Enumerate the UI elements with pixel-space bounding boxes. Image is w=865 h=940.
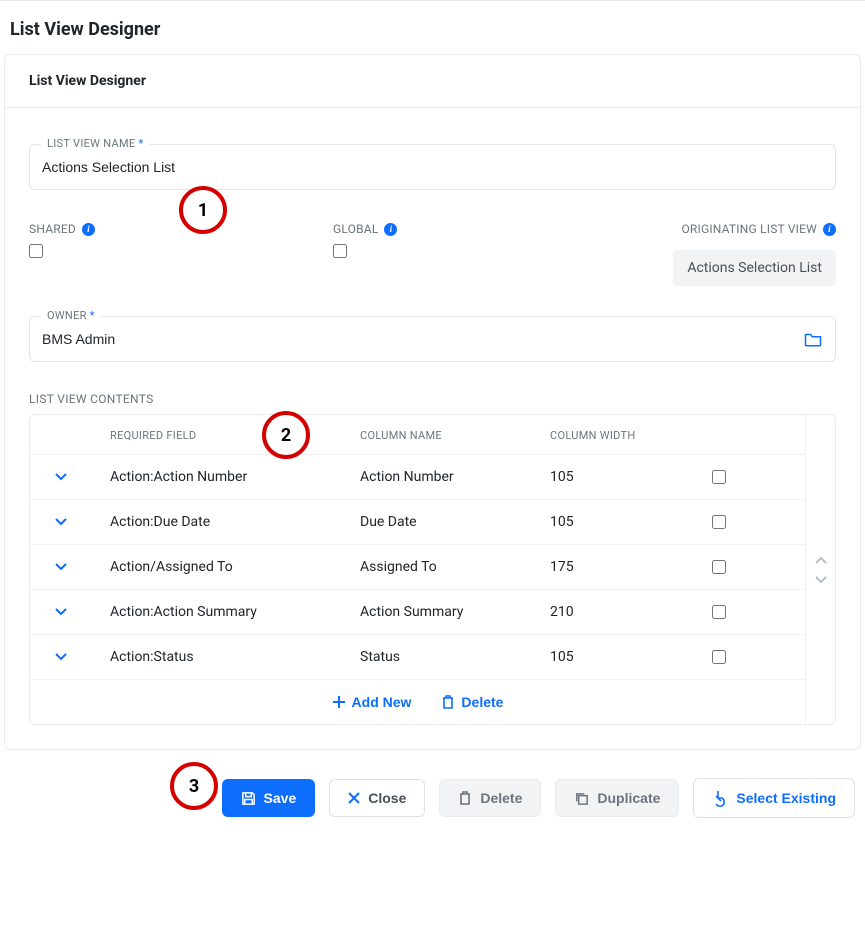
move-up-icon[interactable] — [815, 557, 827, 565]
shared-checkbox[interactable] — [29, 244, 43, 258]
name-field-group: LIST VIEW NAME * — [29, 144, 836, 190]
grid-header: REQUIRED FIELD COLUMN NAME COLUMN WIDTH — [30, 415, 805, 455]
col-name-header: COLUMN NAME — [360, 429, 550, 442]
duplicate-button[interactable]: Duplicate — [555, 779, 679, 817]
contents-label: LIST VIEW CONTENTS — [29, 392, 836, 406]
info-icon[interactable]: i — [384, 223, 397, 236]
cell-colwidth: 105 — [550, 514, 710, 530]
row-checkbox[interactable] — [712, 560, 726, 574]
cell-colwidth: 175 — [550, 559, 710, 575]
cell-colwidth: 105 — [550, 469, 710, 485]
list-view-name-input[interactable] — [29, 144, 836, 190]
delete-button[interactable]: Delete — [439, 779, 541, 817]
owner-label: OWNER * — [41, 309, 101, 322]
table-row[interactable]: Action:Status Status 105 — [30, 635, 805, 680]
table-row[interactable]: Action:Due Date Due Date 105 — [30, 500, 805, 545]
originating-label: ORIGINATING LIST VIEW i — [681, 222, 836, 236]
name-label: LIST VIEW NAME * — [41, 137, 150, 150]
owner-input[interactable] — [29, 316, 836, 362]
contents-grid: 2 REQUIRED FIELD COLUMN NAME COLUMN WIDT… — [29, 414, 836, 725]
cell-colname: Status — [360, 649, 550, 665]
chevron-down-icon[interactable] — [40, 517, 110, 527]
table-row[interactable]: Action:Action Number Action Number 105 — [30, 455, 805, 500]
save-button[interactable]: Save — [222, 779, 316, 817]
table-row[interactable]: Action:Action Summary Action Summary 210 — [30, 590, 805, 635]
callout-1: 1 — [179, 186, 227, 234]
cell-colwidth: 105 — [550, 649, 710, 665]
row-checkbox[interactable] — [712, 515, 726, 529]
originating-value: Actions Selection List — [673, 250, 836, 286]
cell-colname: Action Summary — [360, 604, 550, 620]
cell-required: Action:Action Number — [110, 469, 360, 485]
callout-2: 2 — [262, 411, 310, 459]
table-row[interactable]: Action/Assigned To Assigned To 175 — [30, 545, 805, 590]
row-checkbox[interactable] — [712, 650, 726, 664]
chevron-down-icon[interactable] — [40, 652, 110, 662]
page-title: List View Designer — [10, 19, 855, 40]
cell-colname: Action Number — [360, 469, 550, 485]
cell-required: Action:Action Summary — [110, 604, 360, 620]
select-existing-button[interactable]: Select Existing — [693, 778, 855, 818]
move-down-icon[interactable] — [815, 575, 827, 583]
callout-3: 3 — [170, 762, 218, 810]
reorder-controls — [805, 415, 835, 724]
folder-icon[interactable] — [804, 332, 822, 347]
close-button[interactable]: Close — [329, 779, 425, 817]
cell-colname: Assigned To — [360, 559, 550, 575]
col-required-header: REQUIRED FIELD — [110, 429, 360, 442]
footer-actions: 3 Save Close Delete Duplicate Select Exi… — [0, 750, 865, 838]
chevron-down-icon[interactable] — [40, 607, 110, 617]
info-icon[interactable]: i — [823, 223, 836, 236]
chevron-down-icon[interactable] — [40, 562, 110, 572]
cell-colwidth: 210 — [550, 604, 710, 620]
cell-required: Action:Due Date — [110, 514, 360, 530]
designer-card: List View Designer 1 LIST VIEW NAME * SH… — [4, 54, 861, 750]
info-icon[interactable]: i — [82, 223, 95, 236]
chevron-down-icon[interactable] — [40, 472, 110, 482]
shared-label: SHARED i — [29, 222, 309, 236]
cell-required: Action:Status — [110, 649, 360, 665]
cell-colname: Due Date — [360, 514, 550, 530]
global-label: GLOBAL i — [333, 222, 593, 236]
card-title: List View Designer — [5, 55, 860, 108]
row-checkbox[interactable] — [712, 605, 726, 619]
delete-row-button[interactable]: Delete — [441, 694, 503, 710]
owner-field-group: OWNER * — [29, 316, 836, 362]
add-new-button[interactable]: Add New — [332, 694, 412, 710]
row-checkbox[interactable] — [712, 470, 726, 484]
global-checkbox[interactable] — [333, 244, 347, 258]
col-width-header: COLUMN WIDTH — [550, 429, 710, 442]
cell-required: Action/Assigned To — [110, 559, 360, 575]
